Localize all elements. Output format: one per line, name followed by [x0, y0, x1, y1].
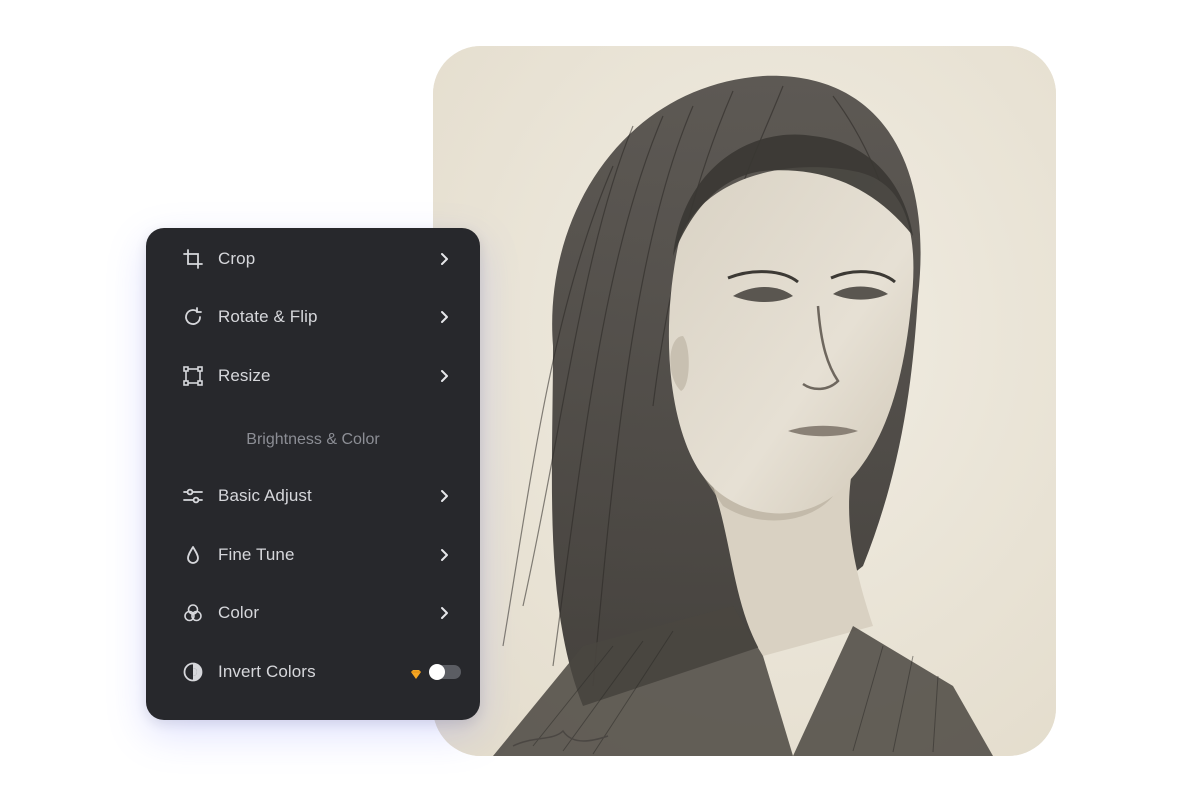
- menu-item-resize[interactable]: Resize: [146, 356, 480, 396]
- droplet-icon: [182, 544, 204, 566]
- menu-item-crop[interactable]: Crop: [146, 239, 480, 279]
- menu-item-crop-label: Crop: [218, 249, 256, 268]
- pencil-portrait-sketch: [433, 46, 1056, 756]
- chevron-right-icon: [436, 251, 452, 267]
- sliders-icon: [182, 485, 204, 507]
- invert-colors-toggle[interactable]: [429, 664, 461, 680]
- chevron-right-icon: [436, 488, 452, 504]
- menu-item-rotate-label: Rotate & Flip: [218, 307, 318, 326]
- menu-item-color[interactable]: Color: [146, 593, 480, 633]
- chevron-right-icon: [436, 547, 452, 563]
- menu-item-fine-tune-label: Fine Tune: [218, 545, 295, 564]
- resize-icon: [182, 365, 204, 387]
- menu-item-invert-label: Invert Colors: [218, 662, 316, 681]
- invert-icon: [182, 661, 204, 683]
- menu-item-basic-adjust[interactable]: Basic Adjust: [146, 476, 480, 516]
- menu-item-fine-tune[interactable]: Fine Tune: [146, 535, 480, 575]
- chevron-right-icon: [436, 309, 452, 325]
- rotate-icon: [182, 306, 204, 328]
- section-title-brightness-color: Brightness & Color: [246, 431, 380, 448]
- premium-diamond-icon: [410, 667, 422, 679]
- menu-item-rotate-flip[interactable]: Rotate & Flip: [146, 297, 480, 337]
- crop-icon: [182, 248, 204, 270]
- color-circles-icon: [182, 602, 204, 624]
- edit-menu-panel: Crop Rotate & Flip Resize Brightness & C…: [146, 228, 480, 720]
- portrait-image: [433, 46, 1056, 756]
- menu-item-resize-label: Resize: [218, 366, 271, 385]
- toggle-knob: [429, 664, 445, 680]
- chevron-right-icon: [436, 368, 452, 384]
- menu-item-color-label: Color: [218, 603, 260, 622]
- menu-item-basic-adjust-label: Basic Adjust: [218, 486, 312, 505]
- chevron-right-icon: [436, 605, 452, 621]
